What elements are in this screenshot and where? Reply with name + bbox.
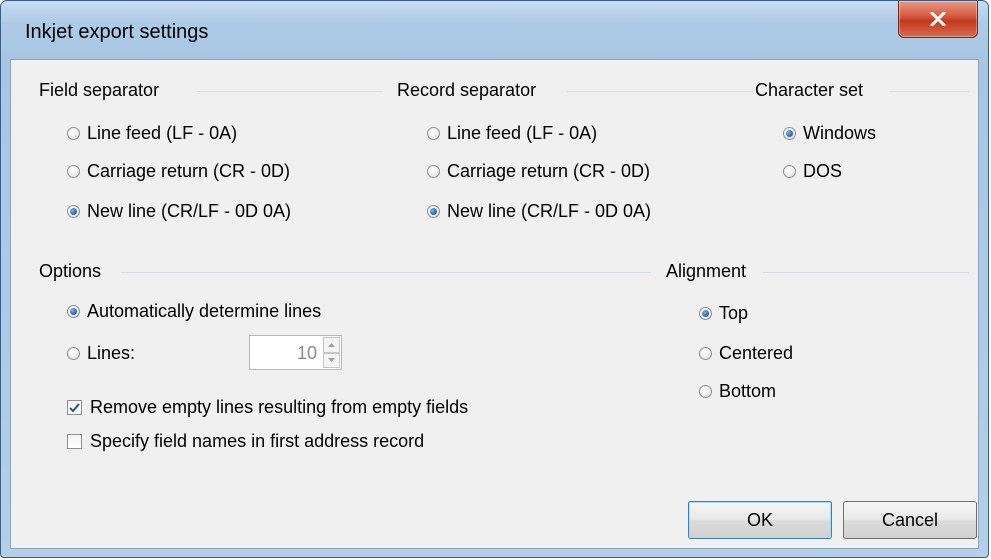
option-label: Centered <box>719 343 794 363</box>
window-title: Inkjet export settings <box>25 21 209 43</box>
field-separator-label: Field separator <box>39 80 160 100</box>
option-label: Remove empty lines resulting from empty … <box>90 397 469 417</box>
radio-button-icon <box>427 127 440 140</box>
dialog-window: Inkjet export settings Field separator L… <box>0 0 989 558</box>
option-label: DOS <box>803 161 843 181</box>
option-label: Windows <box>803 123 877 143</box>
radio-button-selected-icon <box>67 305 80 318</box>
option-label: Line feed (LF - 0A) <box>447 123 598 143</box>
radio-button-icon <box>783 165 796 178</box>
field-separator-lf-radio[interactable]: Line feed (LF - 0A) <box>67 123 237 144</box>
radio-button-icon <box>699 347 712 360</box>
radio-button-selected-icon <box>699 307 712 320</box>
record-separator-divider <box>567 91 753 92</box>
auto-lines-radio[interactable]: Automatically determine lines <box>67 301 321 322</box>
options-divider <box>121 272 651 273</box>
alignment-label: Alignment <box>666 261 747 281</box>
option-label: Automatically determine lines <box>87 301 322 321</box>
checkbox-checked-icon <box>67 400 82 415</box>
spinner-buttons <box>323 337 340 368</box>
arrow-down-icon <box>328 358 335 363</box>
field-names-checkbox[interactable]: Specify field names in first address rec… <box>67 431 424 452</box>
radio-button-icon <box>67 165 80 178</box>
radio-button-selected-icon <box>67 205 80 218</box>
option-label: New line (CR/LF - 0D 0A) <box>87 201 292 221</box>
checkbox-icon <box>67 434 82 449</box>
radio-button-icon <box>699 385 712 398</box>
close-icon <box>930 12 946 26</box>
close-button[interactable] <box>898 1 978 38</box>
spinner-down-button[interactable] <box>323 352 340 368</box>
spinner-up-button[interactable] <box>323 337 340 353</box>
alignment-divider <box>763 272 969 273</box>
option-label: Top <box>719 303 749 323</box>
lines-spinner[interactable]: 10 <box>249 335 342 370</box>
cancel-button[interactable]: Cancel <box>843 501 977 539</box>
option-label: New line (CR/LF - 0D 0A) <box>447 201 652 221</box>
field-separator-cr-radio[interactable]: Carriage return (CR - 0D) <box>67 161 290 182</box>
option-label: Line feed (LF - 0A) <box>87 123 238 143</box>
field-separator-divider <box>197 91 383 92</box>
arrow-up-icon <box>328 342 335 347</box>
option-label: Carriage return (CR - 0D) <box>447 161 651 181</box>
radio-button-icon <box>67 347 80 360</box>
character-set-windows-radio[interactable]: Windows <box>783 123 876 144</box>
dialog-client-area: Field separator Line feed (LF - 0A) Carr… <box>10 59 979 549</box>
option-label: Carriage return (CR - 0D) <box>87 161 291 181</box>
lines-value[interactable]: 10 <box>297 343 317 364</box>
record-separator-cr-radio[interactable]: Carriage return (CR - 0D) <box>427 161 650 182</box>
alignment-top-radio[interactable]: Top <box>699 303 748 324</box>
radio-button-selected-icon <box>427 205 440 218</box>
radio-button-icon <box>67 127 80 140</box>
checkmark-icon <box>69 402 80 412</box>
title-bar[interactable]: Inkjet export settings <box>1 1 988 59</box>
record-separator-label: Record separator <box>397 80 537 100</box>
character-set-divider <box>889 91 969 92</box>
radio-button-selected-icon <box>783 127 796 140</box>
options-label: Options <box>39 261 102 281</box>
option-label: Bottom <box>719 381 777 401</box>
record-separator-newline-radio[interactable]: New line (CR/LF - 0D 0A) <box>427 201 651 222</box>
alignment-centered-radio[interactable]: Centered <box>699 343 793 364</box>
record-separator-lf-radio[interactable]: Line feed (LF - 0A) <box>427 123 597 144</box>
character-set-dos-radio[interactable]: DOS <box>783 161 842 182</box>
lines-radio[interactable]: Lines: <box>67 343 135 364</box>
field-separator-newline-radio[interactable]: New line (CR/LF - 0D 0A) <box>67 201 291 222</box>
alignment-bottom-radio[interactable]: Bottom <box>699 381 776 402</box>
ok-button[interactable]: OK <box>688 501 832 539</box>
remove-empty-lines-checkbox[interactable]: Remove empty lines resulting from empty … <box>67 397 468 418</box>
option-label: Lines: <box>87 343 136 363</box>
character-set-label: Character set <box>755 80 864 100</box>
option-label: Specify field names in first address rec… <box>90 431 425 451</box>
radio-button-icon <box>427 165 440 178</box>
